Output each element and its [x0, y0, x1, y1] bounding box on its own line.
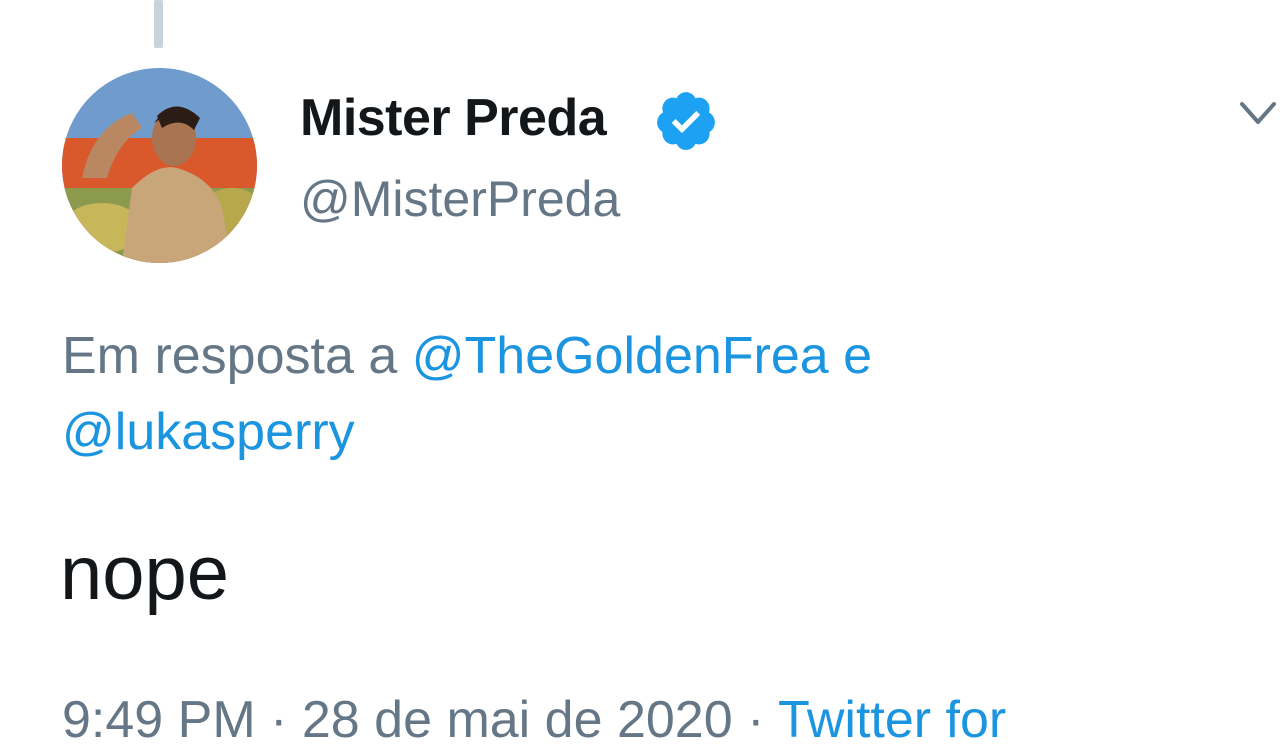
- tweet-source-link[interactable]: Twitter for: [778, 691, 1006, 749]
- tweet-meta: 9:49 PM · 28 de mai de 2020 · Twitter fo…: [62, 690, 1006, 750]
- meta-separator: ·: [747, 691, 765, 749]
- avatar[interactable]: [62, 68, 257, 263]
- reply-mention-lukasperry[interactable]: @lukasperry: [62, 403, 355, 461]
- reply-context: Em resposta a @TheGoldenFrea e: [62, 318, 872, 394]
- reply-conjunction: e: [843, 327, 873, 385]
- author-display-name[interactable]: Mister Preda: [300, 88, 607, 148]
- author-handle[interactable]: @MisterPreda: [300, 170, 620, 228]
- chevron-down-icon[interactable]: [1236, 96, 1280, 132]
- tweet-timestamp[interactable]: 9:49 PM · 28 de mai de 2020: [62, 691, 733, 749]
- reply-context-line-2: @lukasperry: [62, 394, 355, 470]
- tweet-text: nope: [60, 531, 230, 616]
- thread-connector-line: [154, 0, 163, 48]
- verified-badge-icon: [657, 92, 715, 150]
- avatar-photo: [62, 68, 257, 263]
- reply-prefix: Em resposta a: [62, 327, 398, 385]
- reply-mention-thegoldenfrea[interactable]: @TheGoldenFrea: [412, 327, 829, 385]
